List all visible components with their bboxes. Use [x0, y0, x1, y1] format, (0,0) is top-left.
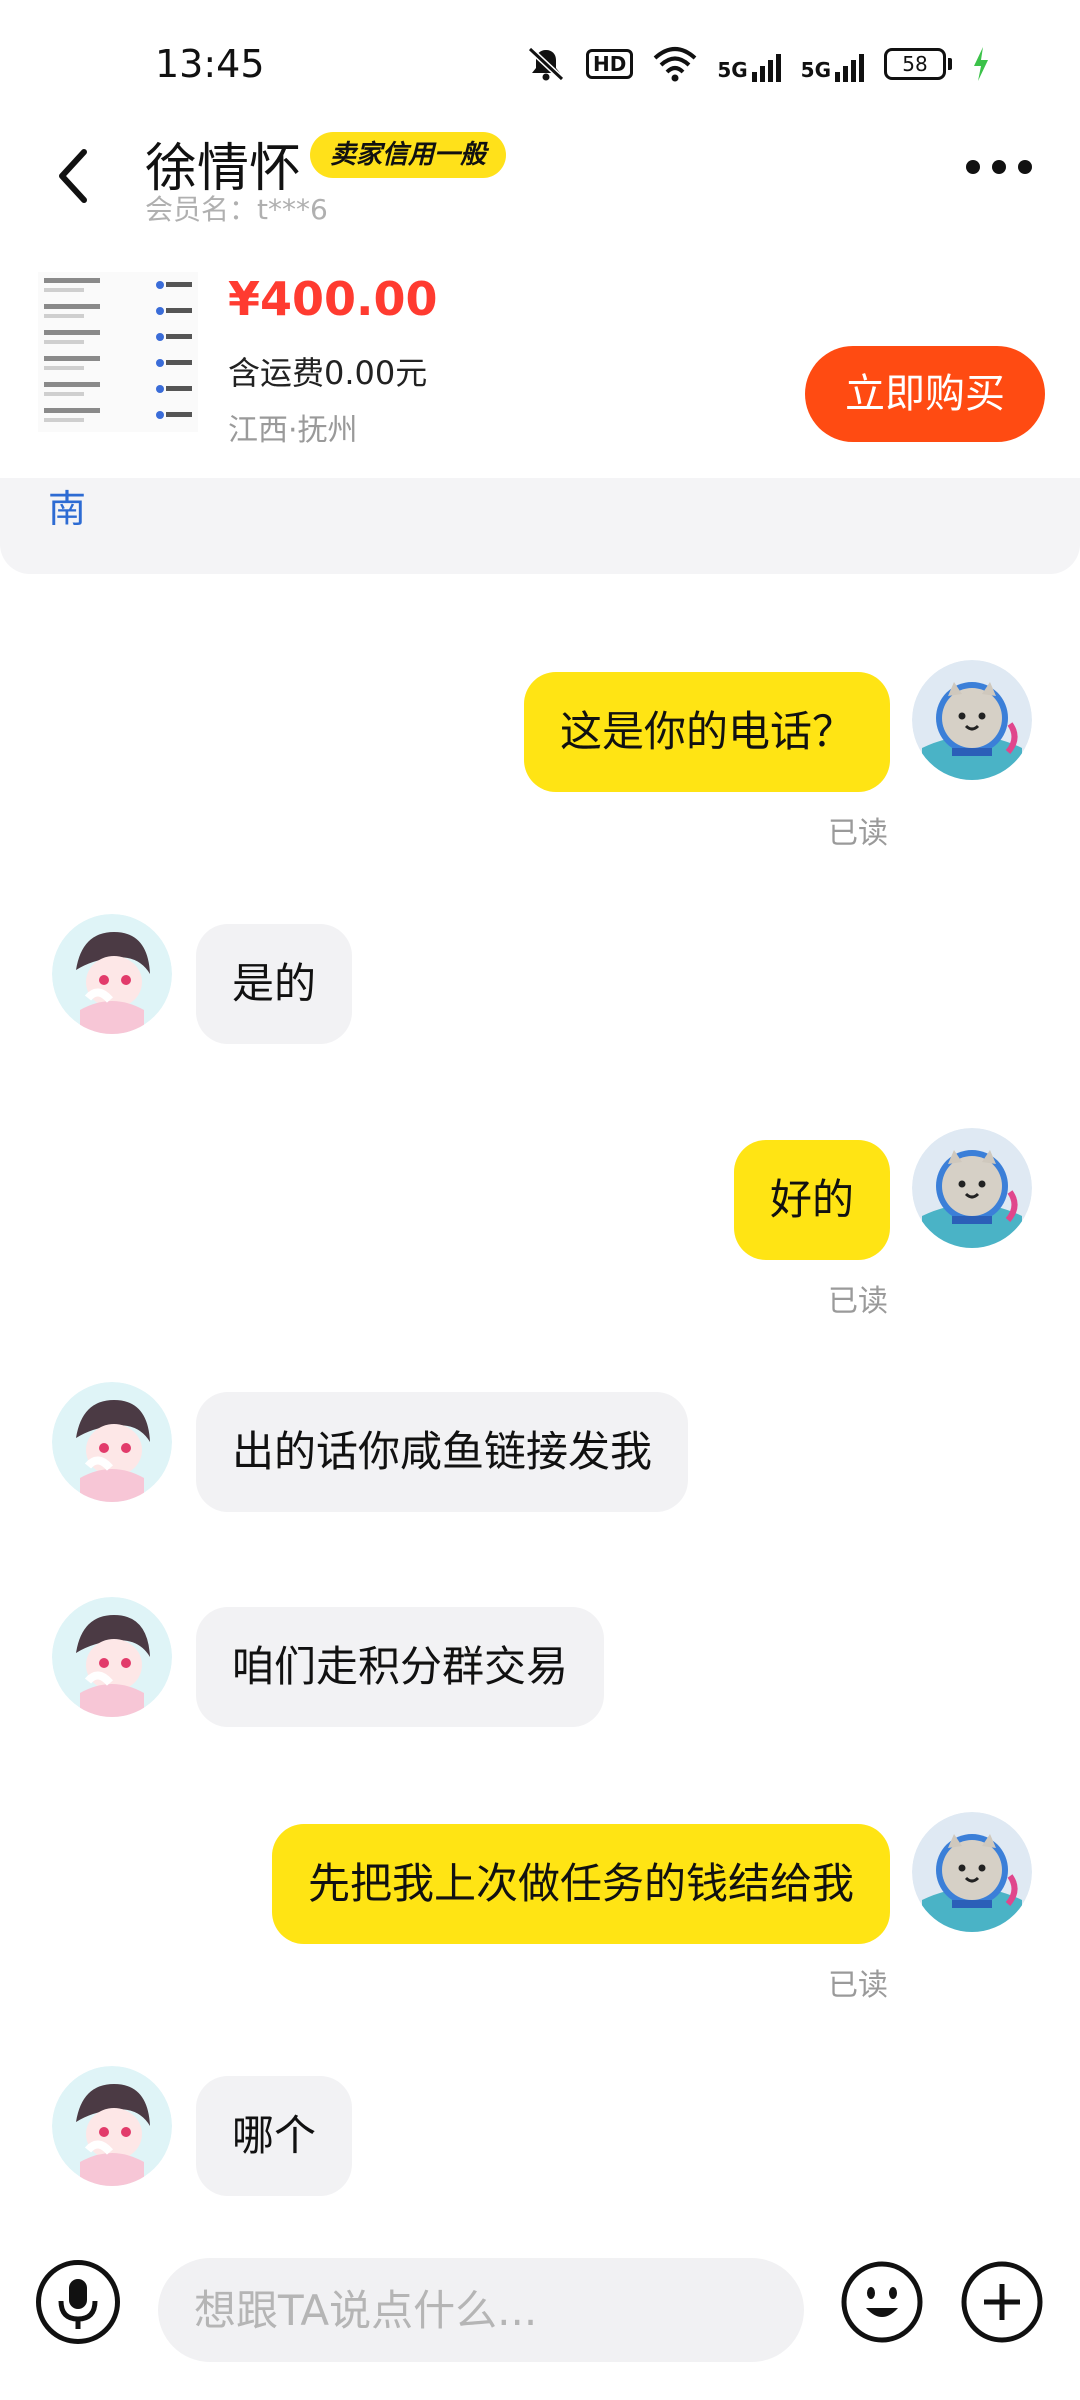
my-avatar[interactable]	[912, 660, 1032, 780]
read-status: 已读	[828, 1968, 888, 2003]
plus-icon	[961, 2261, 1043, 2343]
back-button[interactable]	[50, 140, 98, 210]
their-message-bubble[interactable]: 哪个	[196, 2076, 353, 2196]
product-location: 江西·抚州	[228, 413, 358, 448]
notice-strip: 南	[0, 478, 1080, 574]
my-avatar[interactable]	[912, 1812, 1032, 1932]
member-name: 会员名：t***6	[145, 193, 328, 226]
seller-avatar[interactable]	[52, 2066, 172, 2186]
microphone-icon	[58, 2279, 98, 2329]
buy-now-button[interactable]: 立即购买	[805, 346, 1045, 442]
charging-icon	[972, 46, 990, 82]
more-dots-icon	[966, 160, 980, 174]
product-price: ¥400.00	[228, 272, 438, 326]
message-input[interactable]	[158, 2258, 804, 2362]
read-status: 已读	[828, 1284, 888, 1319]
more-button[interactable]	[966, 160, 1032, 174]
their-message-bubble[interactable]: 出的话你咸鱼链接发我	[196, 1392, 689, 1512]
battery-icon: 58	[884, 46, 952, 82]
product-card[interactable]: ¥400.00 含运费0.00元 江西·抚州 立即购买	[0, 240, 1080, 480]
voice-button[interactable]	[36, 2260, 120, 2344]
signal-icon-2: 5G	[801, 46, 864, 82]
my-message-bubble[interactable]: 先把我上次做任务的钱结给我	[271, 1824, 890, 1944]
my-message-bubble[interactable]: 这是你的电话？	[523, 672, 890, 792]
shipping-fee: 含运费0.00元	[228, 354, 428, 392]
chat-header: 徐情怀 卖家信用一般 会员名：t***6	[0, 120, 1080, 226]
more-actions-button[interactable]	[960, 2260, 1044, 2344]
credit-badge[interactable]: 卖家信用一般	[310, 132, 507, 178]
status-icons: HD 5G 5G 58	[526, 44, 990, 84]
emoji-icon	[841, 2261, 923, 2343]
status-bar: 13:45 HD 5G 5G 58	[0, 0, 1080, 130]
wifi-icon	[653, 46, 697, 82]
seller-avatar[interactable]	[52, 1597, 172, 1717]
network-label: 5G	[717, 58, 748, 82]
network-label-2: 5G	[800, 58, 831, 82]
mute-icon	[526, 46, 566, 82]
my-avatar[interactable]	[912, 1128, 1032, 1248]
status-time: 13:45	[155, 42, 265, 86]
hd-indicator: HD	[585, 49, 634, 79]
input-bar	[0, 2230, 1080, 2400]
chevron-left-icon	[59, 149, 87, 203]
their-message-bubble[interactable]: 是的	[196, 924, 353, 1044]
their-message-bubble[interactable]: 咱们走积分群交易	[196, 1607, 605, 1727]
signal-icon: 5G	[717, 46, 781, 82]
battery-level: 58	[884, 48, 946, 80]
notice-text[interactable]: 南	[48, 478, 86, 533]
seller-avatar[interactable]	[52, 914, 172, 1034]
seller-avatar[interactable]	[52, 1382, 172, 1502]
emoji-button[interactable]	[840, 2260, 924, 2344]
read-status: 已读	[828, 816, 888, 851]
my-message-bubble[interactable]: 好的	[733, 1140, 890, 1260]
product-thumbnail[interactable]	[38, 272, 198, 432]
